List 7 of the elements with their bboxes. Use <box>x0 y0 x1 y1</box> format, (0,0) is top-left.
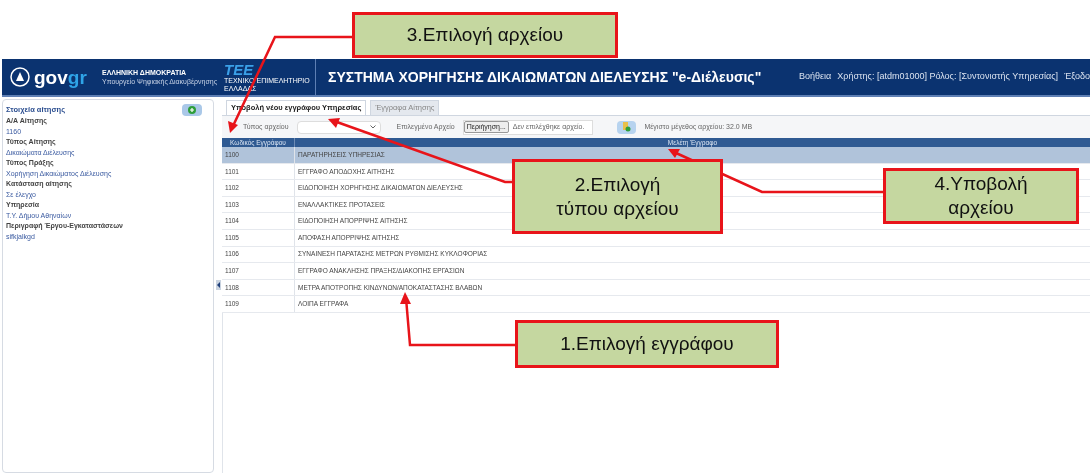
callout-tooltip: 2.Επιλογή τύπου αρχείου <box>512 159 723 234</box>
system-title: ΣΥΣΤΗΜΑ ΧΟΡΗΓΗΣΗΣ ΔΙΚΑΙΩΜΑΤΩΝ ΔΙΕΛΕΥΣΗΣ "e-Διέλευσις" <box>328 67 762 87</box>
tee-logo: ΤΕΕ <box>224 61 255 77</box>
callout-tooltip: 3.Επιλογή αρχείου <box>352 12 618 58</box>
callout-tooltip: 4.Υποβολή αρχείου <box>883 168 1079 224</box>
callout-tooltip: 1.Επιλογή εγγράφου <box>515 320 779 368</box>
govgr-logo: govgr <box>34 67 87 87</box>
